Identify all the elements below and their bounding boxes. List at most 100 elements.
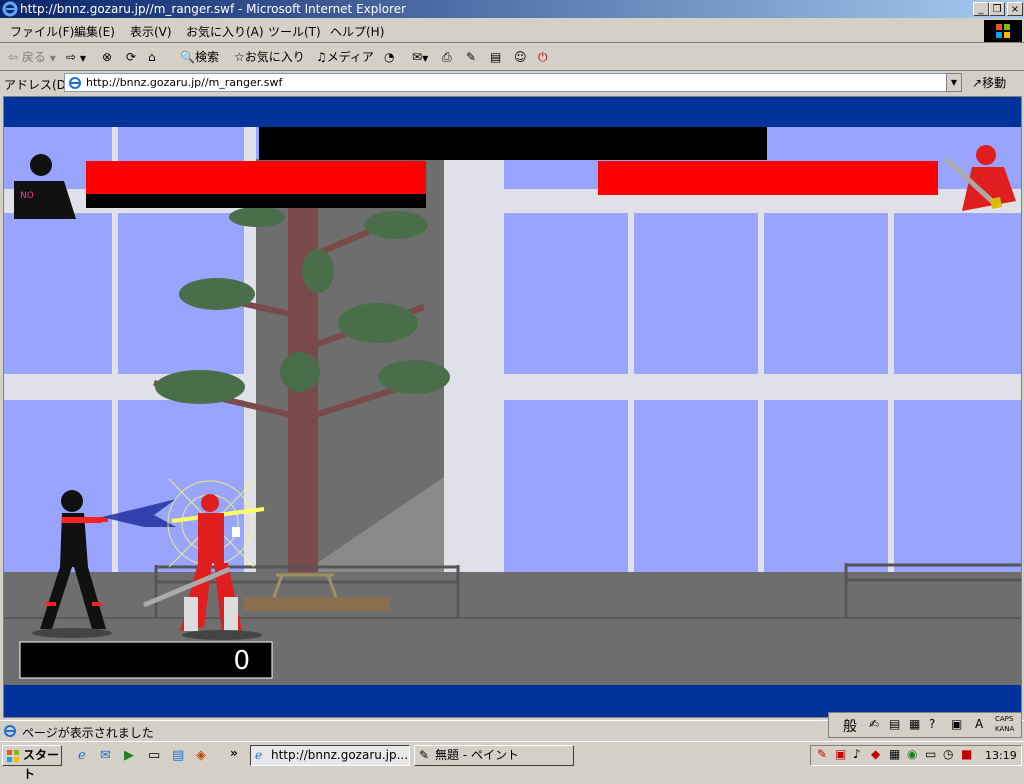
refresh-icon: ⟳ xyxy=(126,50,137,64)
tray-clock-app-icon[interactable]: ◷ xyxy=(943,747,953,761)
tray-volume-icon[interactable]: ♪ xyxy=(853,747,861,761)
home-button[interactable]: ⌂ xyxy=(148,48,156,66)
start-label: スタート xyxy=(23,748,60,781)
quicklaunch-outlook-icon[interactable]: ✉ xyxy=(100,748,111,763)
flash-content[interactable]: NO 0 xyxy=(3,96,1022,718)
quicklaunch-game-icon[interactable]: ◈ xyxy=(196,748,206,763)
start-button[interactable]: スタート xyxy=(2,745,62,781)
mail-button[interactable]: ✉▼ xyxy=(412,48,428,66)
game-canvas[interactable]: NO 0 xyxy=(4,97,1021,717)
menu-file[interactable]: ファイル(F) xyxy=(10,23,74,40)
power-icon: ⏻ xyxy=(538,50,548,64)
forward-button[interactable]: ⇨ ▼ xyxy=(66,48,86,66)
messenger-icon: ☺ xyxy=(514,50,527,64)
discuss-button[interactable]: ▤ xyxy=(490,48,501,66)
print-button[interactable]: ⎙ xyxy=(442,48,452,66)
tray-pen-icon[interactable]: ✎ xyxy=(817,747,827,761)
back-dropdown-icon: ▼ xyxy=(49,54,56,63)
back-arrow-icon: ⇦ xyxy=(8,50,19,64)
tray-security-icon[interactable]: ◉ xyxy=(907,747,917,761)
address-bar: アドレス(D) http://bnnz.gozaru.jp//m_ranger.… xyxy=(0,71,1024,95)
minimize-button[interactable]: _ xyxy=(973,2,989,16)
toolbar: ⇦ 戻る ▼ ⇨ ▼ ⊗ ⟳ ⌂ 🔍検索 ☆お気に入り ♫メディア ◔ ✉▼ ⎙… xyxy=(0,44,1024,71)
menu-tools[interactable]: ツール(T) xyxy=(268,23,321,40)
hud-top-panel xyxy=(259,127,767,160)
quicklaunch-app-icon[interactable]: ▤ xyxy=(172,748,184,763)
menu-edit[interactable]: 編集(E) xyxy=(74,23,115,40)
tray-disk-icon[interactable]: ▣ xyxy=(835,747,846,761)
address-url: http://bnnz.gozaru.jp//m_ranger.swf xyxy=(86,76,283,89)
caps-indicator: CAPS xyxy=(995,715,1014,723)
forward-arrow-icon: ⇨ xyxy=(66,50,77,64)
address-label: アドレス(D) xyxy=(4,78,71,92)
task-paint-icon: ✎ xyxy=(419,748,430,762)
ime-toolbar[interactable]: 般 ✍ ▤ ▦ ? ▣ A CAPS KANA xyxy=(828,712,1022,738)
quicklaunch-more-icon[interactable]: » xyxy=(230,746,238,760)
status-text: ページが表示されました xyxy=(22,726,154,740)
ime-lang-icon[interactable]: A xyxy=(975,717,983,731)
edit-icon: ✎ xyxy=(466,50,477,64)
quicklaunch-media-icon[interactable]: ▶ xyxy=(124,748,134,763)
page-icon xyxy=(69,77,81,89)
address-input[interactable]: http://bnnz.gozaru.jp//m_ranger.swf xyxy=(64,73,962,92)
menu-favorites[interactable]: お気に入り(A) xyxy=(186,23,264,40)
ime-help-icon[interactable]: ? xyxy=(929,717,935,731)
address-dropdown-button[interactable]: ▼ xyxy=(946,73,962,92)
search-button[interactable]: 🔍検索 xyxy=(180,48,219,66)
tray-app-icon[interactable]: ■ xyxy=(961,747,972,761)
stop-button[interactable]: ⊗ xyxy=(102,48,112,66)
ime-pad-icon[interactable]: ▤ xyxy=(889,717,900,731)
player-badge: NO xyxy=(20,191,34,201)
messenger-button[interactable]: ☺ xyxy=(514,48,527,66)
title-bar[interactable]: http://bnnz.gozaru.jp//m_ranger.swf - Mi… xyxy=(0,0,1024,18)
windows-start-icon xyxy=(7,750,19,762)
search-icon: 🔍 xyxy=(180,50,195,64)
favorites-button[interactable]: ☆お気に入り xyxy=(234,48,305,66)
media-button[interactable]: ♫メディア xyxy=(316,48,374,66)
history-button[interactable]: ◔ xyxy=(384,48,394,66)
score-value: 0 xyxy=(233,646,250,676)
top-frame-bar xyxy=(4,97,1021,127)
history-icon: ◔ xyxy=(384,50,395,64)
refresh-button[interactable]: ⟳ xyxy=(126,48,136,66)
restore-button[interactable]: ❐ xyxy=(989,2,1005,16)
go-arrow-icon: ↗ xyxy=(972,76,983,90)
ime-settings-icon[interactable]: ▣ xyxy=(951,717,962,731)
window-title: http://bnnz.gozaru.jp//m_ranger.swf - Mi… xyxy=(20,2,407,16)
ime-tool-icon[interactable]: ▦ xyxy=(909,717,920,731)
quicklaunch-ie-icon[interactable]: ℯ xyxy=(78,748,86,763)
tray-network-icon[interactable]: ▦ xyxy=(889,747,900,761)
page-status-icon xyxy=(4,725,16,737)
enemy-health-bar xyxy=(598,161,938,195)
menu-help[interactable]: ヘルプ(H) xyxy=(330,23,384,40)
edit-button[interactable]: ✎ xyxy=(466,48,476,66)
taskbar: スタート ℯ ✉ ▶ ▭ ▤ ◈ » ℯ http://bnnz.gozaru.… xyxy=(0,741,1024,781)
favorites-icon: ☆ xyxy=(234,50,245,64)
quicklaunch-desktop-icon[interactable]: ▭ xyxy=(148,748,160,763)
menu-view[interactable]: 表示(V) xyxy=(130,23,172,40)
print-icon: ⎙ xyxy=(442,50,452,64)
home-icon: ⌂ xyxy=(148,50,156,64)
windows-flag-icon xyxy=(996,24,1010,38)
mail-dropdown-icon: ▼ xyxy=(422,54,429,63)
tray-acrobat-icon[interactable]: ◆ xyxy=(871,747,880,761)
curb-line xyxy=(4,617,1021,619)
forward-dropdown-icon: ▼ xyxy=(79,54,87,63)
task-paint-window[interactable]: ✎ 無題 - ペイント xyxy=(414,745,574,766)
building-pillar xyxy=(444,159,500,572)
power-button[interactable]: ⏻ xyxy=(538,48,548,66)
taskbar-clock[interactable]: 13:19 xyxy=(985,749,1017,762)
task-ie-window[interactable]: ℯ http://bnnz.gozaru.jp... xyxy=(250,745,410,766)
discuss-icon: ▤ xyxy=(490,50,502,64)
tray-display-icon[interactable]: ▭ xyxy=(925,747,936,761)
ie-icon xyxy=(2,1,18,17)
windows-logo xyxy=(984,20,1022,42)
ime-mode[interactable]: 般 xyxy=(843,716,857,736)
media-icon: ♫ xyxy=(316,50,327,64)
back-button[interactable]: ⇦ 戻る ▼ xyxy=(8,48,56,66)
go-button[interactable]: ↗移動 xyxy=(972,74,1006,91)
player-health-bar xyxy=(86,161,426,194)
task-ie-icon: ℯ xyxy=(255,748,263,762)
ime-dictionary-icon[interactable]: ✍ xyxy=(869,717,879,731)
close-button[interactable]: × xyxy=(1007,2,1023,16)
